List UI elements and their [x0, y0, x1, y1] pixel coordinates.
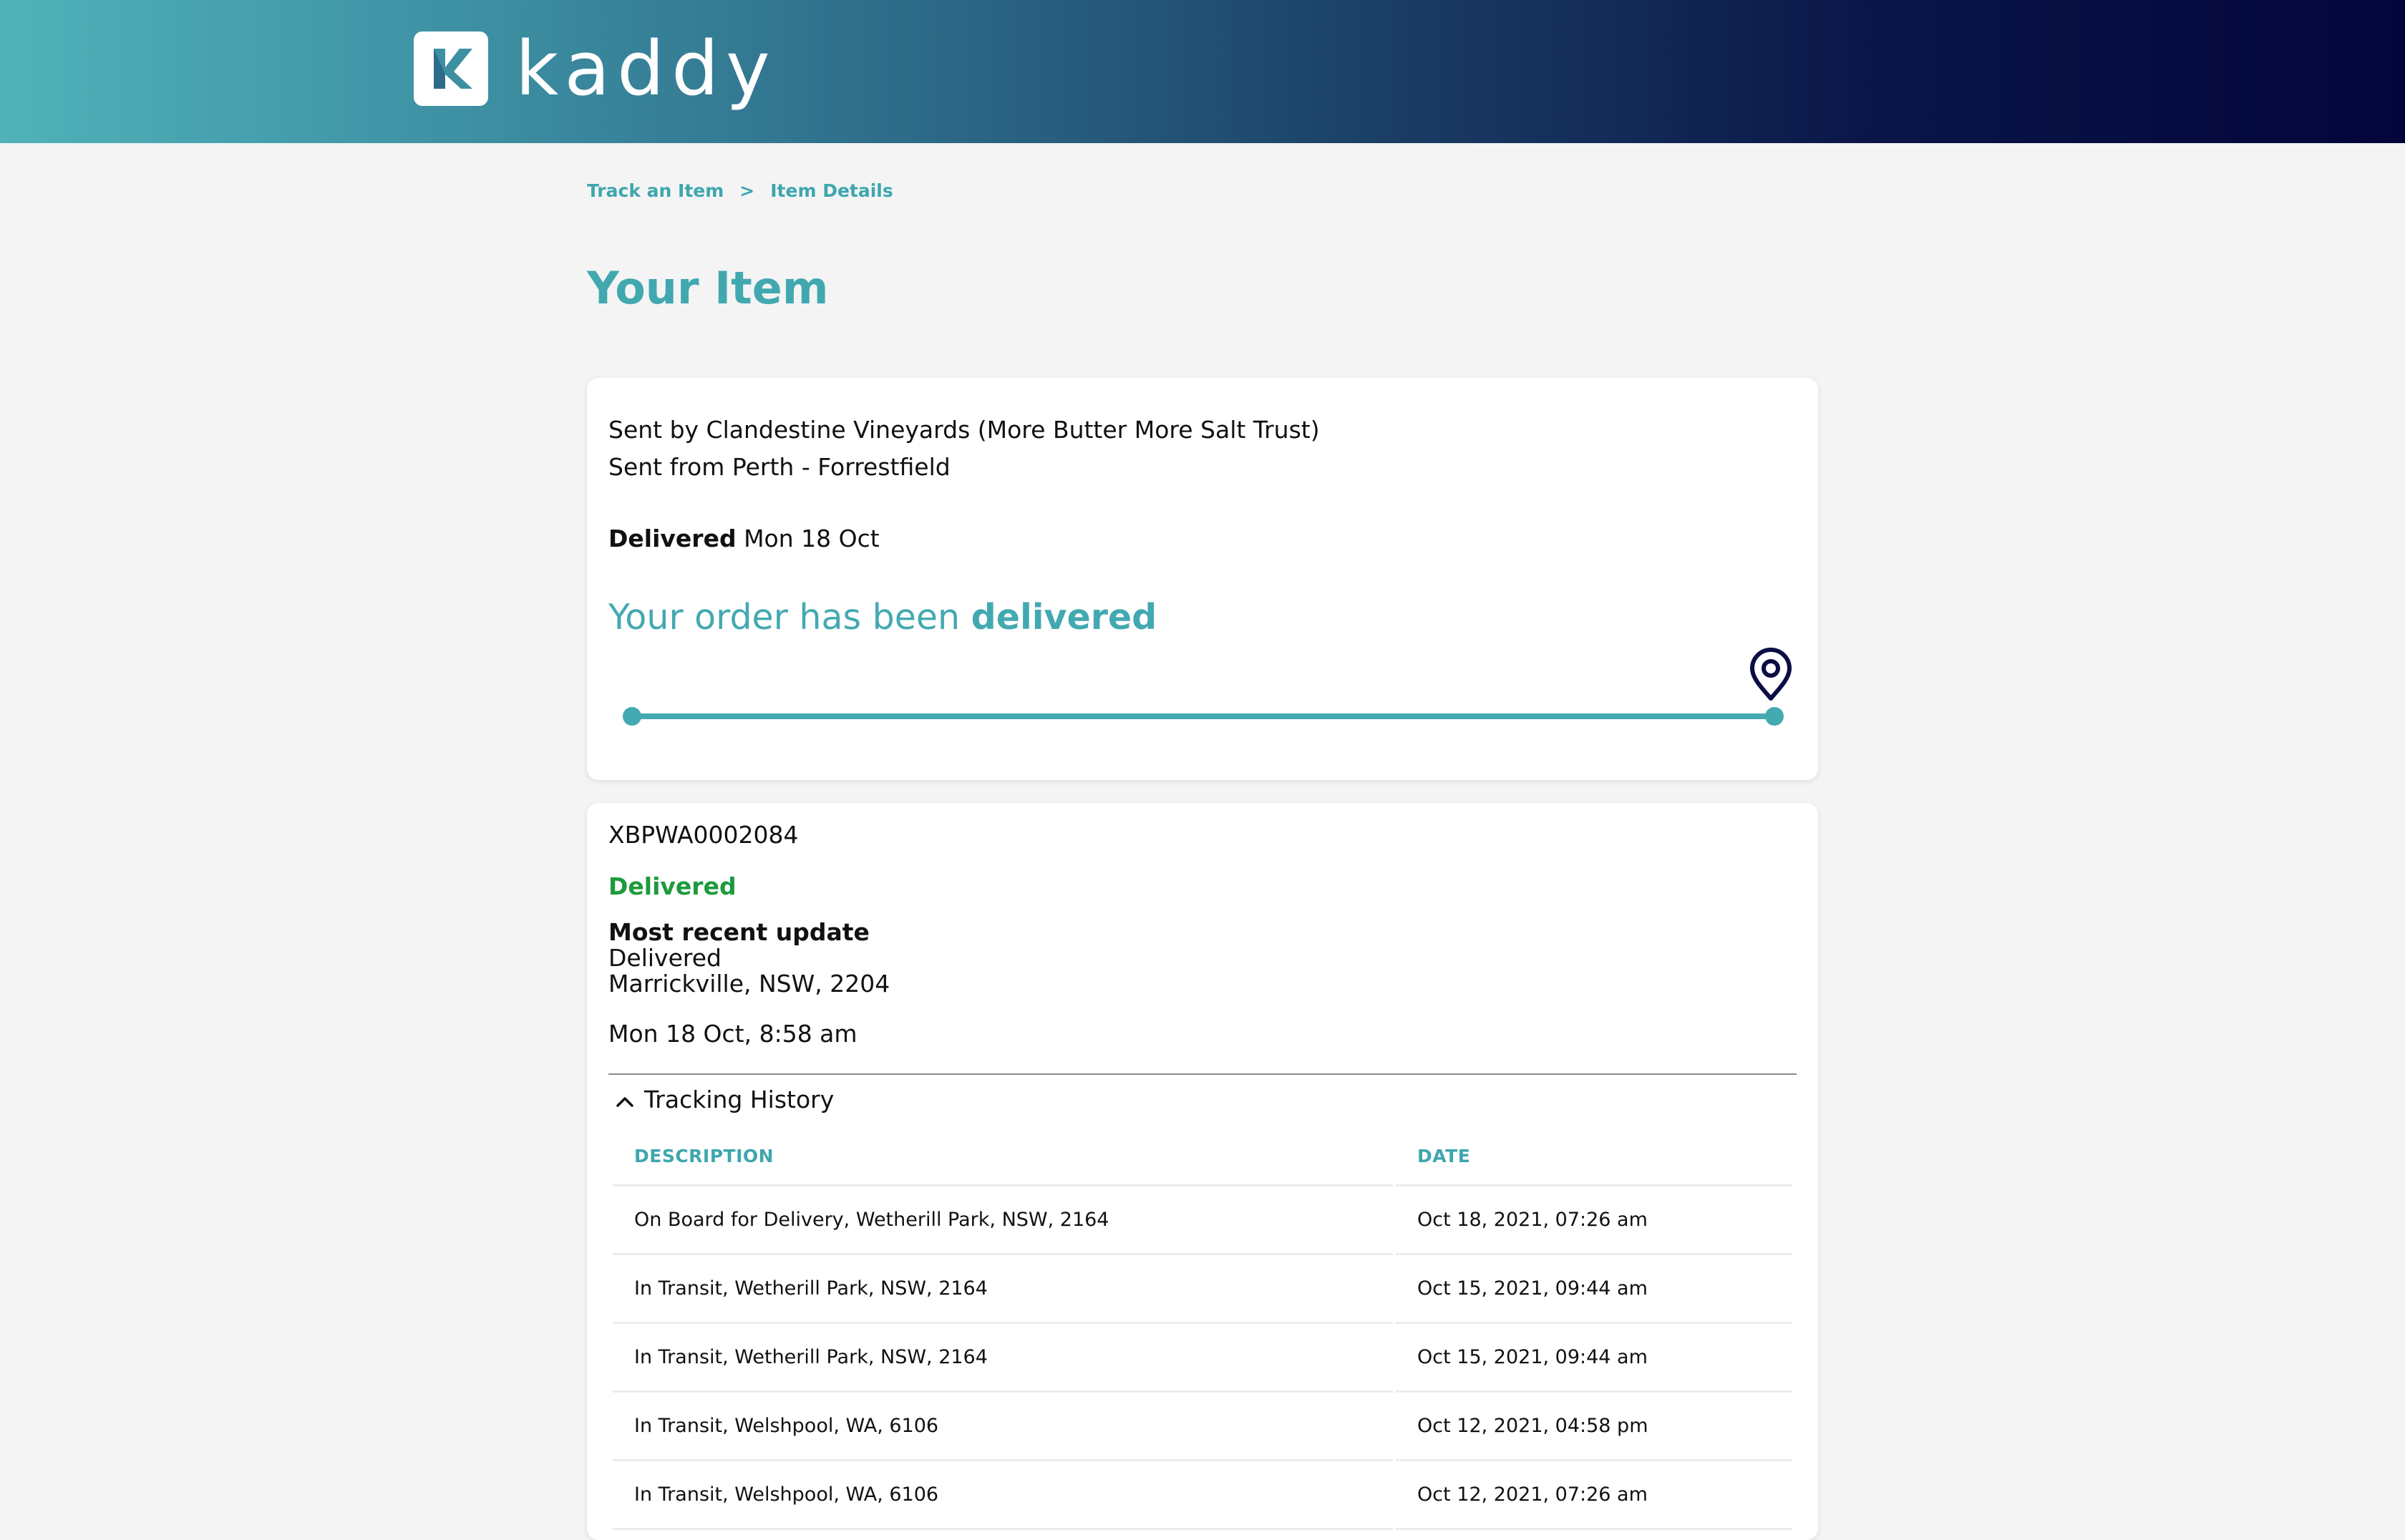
row-description: In Transit, Welshpool, WA, 6106	[613, 1461, 1393, 1530]
row-date: Oct 12, 2021, 04:58 pm	[1396, 1393, 1792, 1461]
row-description: On Board for Delivery, Wetherill Park, N…	[613, 1186, 1393, 1255]
row-description: In Transit, Wetherill Park, NSW, 2164	[613, 1255, 1393, 1324]
progress-end-dot	[1765, 707, 1784, 726]
brand-logo[interactable]: kaddy	[414, 26, 777, 112]
breadcrumb-track-an-item[interactable]: Track an Item	[587, 180, 724, 201]
brand-name: kaddy	[515, 25, 777, 112]
delivery-status-heading: Your order has been delivered	[608, 600, 1157, 635]
breadcrumb-item-details[interactable]: Item Details	[770, 180, 893, 201]
tracking-number: XBPWA0002084	[608, 821, 799, 849]
chevron-up-icon	[616, 1088, 634, 1111]
map-pin-icon	[1748, 647, 1794, 704]
table-header-row: DESCRIPTION DATE	[613, 1128, 1792, 1186]
table-row: In Transit, Welshpool, WA, 6106 Oct 12, …	[613, 1461, 1792, 1530]
tracking-history-label: Tracking History	[644, 1086, 835, 1113]
table-row: On Board for Delivery, Wetherill Park, N…	[613, 1186, 1792, 1255]
row-date: Oct 15, 2021, 09:44 am	[1396, 1324, 1792, 1393]
recent-update-location: Marrickville, NSW, 2204	[608, 970, 890, 998]
delivery-status-prefix: Your order has been	[608, 597, 961, 638]
breadcrumb: Track an Item > Item Details	[587, 180, 893, 201]
row-date: Oct 12, 2021, 07:26 am	[1396, 1461, 1792, 1530]
column-header-description: DESCRIPTION	[613, 1128, 1393, 1186]
status-badge: Delivered	[608, 872, 737, 900]
item-details-card: XBPWA0002084 Delivered Most recent updat…	[587, 803, 1818, 1540]
table-row: In Transit, Welshpool, WA, 6106 Oct 12, …	[613, 1393, 1792, 1461]
table-row: In Transit, Wetherill Park, NSW, 2164 Oc…	[613, 1324, 1792, 1393]
tracking-history-toggle[interactable]: Tracking History	[616, 1088, 834, 1111]
delivery-status-word: delivered	[971, 597, 1157, 638]
delivered-date-line: Delivered Mon 18 Oct	[608, 527, 880, 550]
table-row: In Transit, Wetherill Park, NSW, 2164 Oc…	[613, 1255, 1792, 1324]
site-header: kaddy	[0, 0, 2405, 143]
sent-from-text: Sent from Perth - Forrestfield	[608, 453, 951, 481]
section-divider	[608, 1073, 1797, 1075]
delivery-progress-bar	[630, 713, 1775, 719]
row-description: In Transit, Wetherill Park, NSW, 2164	[613, 1324, 1393, 1393]
progress-start-dot	[623, 707, 641, 726]
recent-update-label: Most recent update	[608, 918, 870, 946]
column-header-date: DATE	[1396, 1128, 1792, 1186]
recent-update-time: Mon 18 Oct, 8:58 am	[608, 1020, 857, 1048]
tracking-history-table: DESCRIPTION DATE On Board for Delivery, …	[610, 1128, 1795, 1530]
sent-by-text: Sent by Clandestine Vineyards (More Butt…	[608, 416, 1320, 444]
delivered-label: Delivered	[608, 525, 737, 552]
recent-update-status: Delivered	[608, 944, 722, 972]
page-title: Your Item	[587, 262, 829, 314]
delivered-date: Mon 18 Oct	[744, 525, 880, 552]
shipment-summary-card: Sent by Clandestine Vineyards (More Butt…	[587, 378, 1818, 780]
row-description: In Transit, Welshpool, WA, 6106	[613, 1393, 1393, 1461]
chevron-right-icon: >	[739, 180, 755, 201]
row-date: Oct 15, 2021, 09:44 am	[1396, 1255, 1792, 1324]
kaddy-logo-icon	[414, 31, 488, 106]
row-date: Oct 18, 2021, 07:26 am	[1396, 1186, 1792, 1255]
